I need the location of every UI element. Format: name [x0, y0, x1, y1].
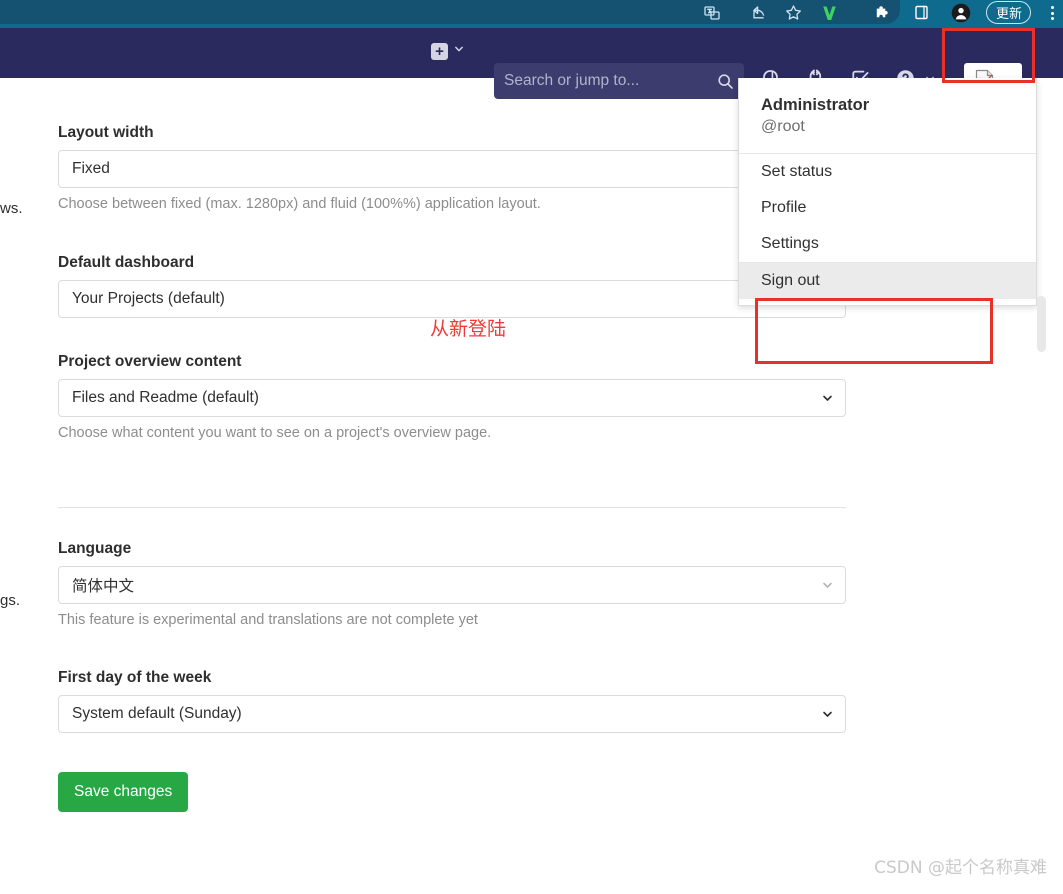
chevron-down-icon — [453, 42, 465, 60]
side-panel-icon[interactable] — [910, 2, 932, 23]
menu-item-settings[interactable]: Settings — [739, 226, 1036, 262]
language-value: 简体中文 — [72, 578, 135, 595]
layout-width-help: Choose between fixed (max. 1280px) and f… — [58, 196, 541, 212]
field-default-dashboard: Default dashboard Your Projects (default… — [58, 254, 846, 318]
first-day-of-week-select[interactable]: System default (Sunday) — [58, 695, 846, 733]
project-overview-content-select[interactable]: Files and Readme (default) — [58, 379, 846, 417]
search-box[interactable] — [494, 63, 744, 99]
language-select[interactable]: 简体中文 — [58, 566, 846, 604]
default-dashboard-label: Default dashboard — [58, 254, 195, 271]
annotation-note-text: 从新登陆 — [430, 318, 507, 340]
vimium-extension-icon[interactable] — [818, 2, 840, 23]
field-first-day-of-week: First day of the week System default (Su… — [58, 669, 846, 733]
chevron-down-icon — [821, 579, 834, 592]
gitlab-top-navbar: + — [0, 28, 1063, 99]
default-dashboard-value: Your Projects (default) — [72, 290, 225, 307]
project-overview-content-help: Choose what content you want to see on a… — [58, 425, 492, 441]
layout-width-label: Layout width — [58, 124, 154, 141]
field-project-overview-content: Project overview content Files and Readm… — [58, 353, 846, 441]
share-icon[interactable] — [748, 2, 770, 23]
watermark-text: CSDN @起个名称真难 — [874, 858, 1047, 878]
user-dropdown-menu: Administrator @root Set status Profile S… — [738, 78, 1046, 352]
kebab-dot — [1050, 17, 1054, 20]
language-label: Language — [58, 540, 132, 557]
layout-width-value: Fixed — [72, 160, 110, 177]
left-text-fragment-bottom: gs. — [0, 592, 21, 609]
create-new-button[interactable]: + — [431, 42, 465, 60]
search-input[interactable] — [504, 72, 717, 90]
language-help: This feature is experimental and transla… — [58, 612, 478, 628]
default-dashboard-select[interactable]: Your Projects (default) — [58, 280, 846, 318]
first-day-of-week-value: System default (Sunday) — [72, 705, 242, 722]
user-handle: @root — [761, 118, 805, 136]
browser-update-button[interactable]: 更新 — [986, 1, 1032, 24]
section-divider — [58, 507, 846, 508]
translate-icon[interactable] — [701, 2, 723, 23]
user-identity-block: Administrator @root — [739, 78, 1036, 153]
browser-profile-avatar-icon[interactable] — [950, 2, 972, 23]
kebab-menu-icon[interactable] — [1046, 4, 1058, 22]
save-changes-button[interactable]: Save changes — [58, 772, 189, 812]
project-overview-content-value: Files and Readme (default) — [72, 389, 259, 406]
first-day-of-week-label: First day of the week — [58, 669, 212, 686]
search-icon — [717, 73, 734, 90]
chevron-down-icon — [821, 392, 834, 405]
bookmark-star-icon[interactable] — [782, 2, 804, 23]
menu-item-set-status[interactable]: Set status — [739, 154, 1036, 190]
chevron-down-icon — [821, 708, 834, 721]
layout-width-select[interactable]: Fixed — [58, 150, 846, 188]
kebab-dot — [1050, 6, 1054, 9]
browser-toolbar: 更新 — [0, 0, 1063, 28]
plus-square-icon: + — [431, 42, 448, 60]
kebab-dot — [1050, 11, 1054, 15]
field-language: Language 简体中文 This feature is experiment… — [58, 540, 846, 628]
menu-item-sign-out[interactable]: Sign out — [739, 262, 1036, 299]
field-layout-width: Layout width Fixed Choose between fixed … — [58, 124, 846, 212]
project-overview-content-label: Project overview content — [58, 353, 242, 370]
page-scrollbar-thumb[interactable] — [1037, 296, 1046, 352]
extensions-puzzle-icon[interactable] — [872, 2, 894, 23]
user-display-name: Administrator — [761, 96, 870, 114]
left-text-fragment-top: ws. — [0, 200, 23, 217]
menu-item-profile[interactable]: Profile — [739, 190, 1036, 226]
